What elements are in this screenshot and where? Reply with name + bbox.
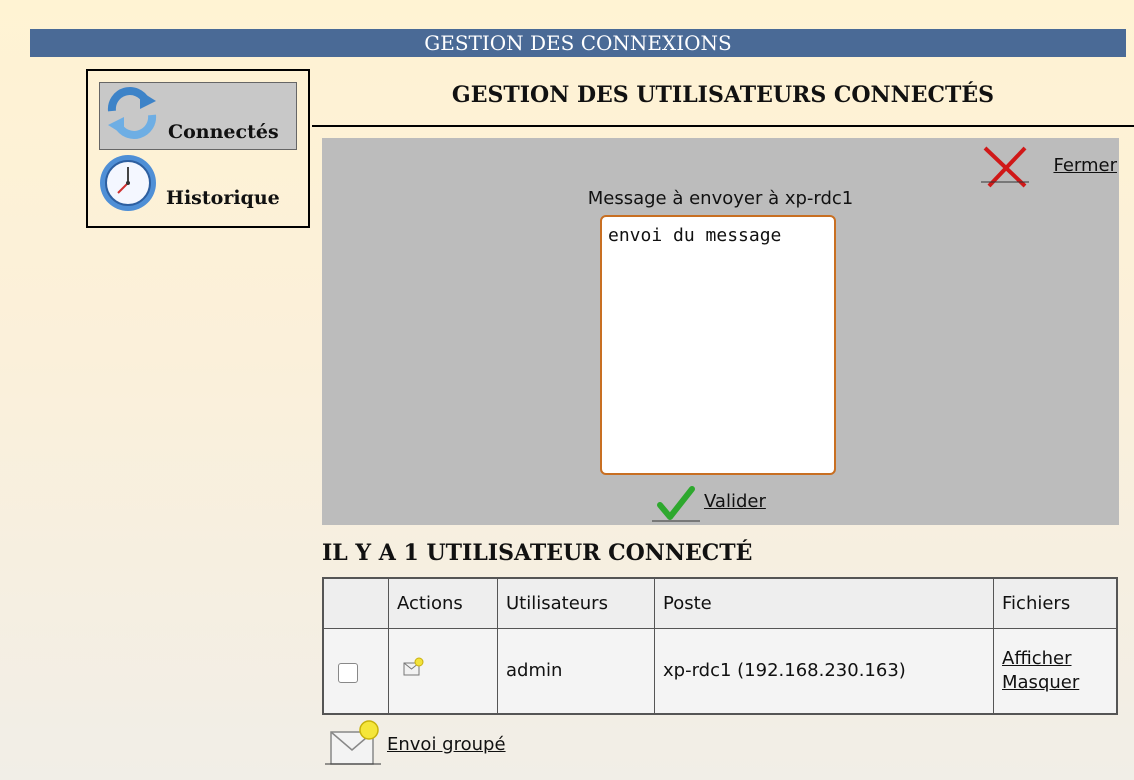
clock-icon (98, 153, 160, 219)
row-poste: xp-rdc1 (192.168.230.163) (654, 627, 994, 715)
menu-item-label: Historique (166, 187, 280, 209)
row-select-cell (322, 627, 389, 715)
message-textarea[interactable]: envoi du message (600, 215, 836, 475)
row-checkbox[interactable] (338, 662, 358, 683)
close-icon (981, 144, 1029, 192)
column-header-poste: Poste (654, 577, 994, 629)
section-title: GESTION DES UTILISATEURS CONNECTÉS (451, 82, 995, 108)
message-prompt: Message à envoyer à xp-rdc1 (587, 188, 854, 209)
menu-item-historique[interactable]: Historique (96, 153, 306, 221)
group-send-button[interactable]: Envoi groupé (325, 718, 555, 770)
group-send-label: Envoi groupé (387, 734, 506, 755)
checkmark-icon (652, 485, 700, 529)
close-label: Fermer (1053, 155, 1117, 176)
divider (312, 125, 1134, 127)
row-files-cell: Afficher Masquer (993, 627, 1118, 715)
row-actions-cell (388, 627, 498, 715)
menu-item-label: Connectés (168, 121, 279, 143)
table-row: admin xp-rdc1 (192.168.230.163) Afficher… (322, 627, 1118, 715)
column-header-actions: Actions (388, 577, 498, 629)
side-menu: Connectés Historique (86, 69, 310, 228)
show-files-link[interactable]: Afficher (1002, 647, 1108, 671)
page-header: GESTION DES CONNEXIONS (30, 29, 1126, 57)
close-button[interactable]: Fermer (981, 144, 1117, 188)
column-header-users: Utilisateurs (497, 577, 655, 629)
column-header-select (322, 577, 389, 629)
group-mail-icon (325, 718, 381, 774)
row-user: admin (497, 627, 655, 715)
column-header-files: Fichiers (993, 577, 1118, 629)
validate-button[interactable]: Valider (652, 483, 792, 523)
table-header-row: Actions Utilisateurs Poste Fichiers (322, 577, 1118, 629)
send-message-icon[interactable] (401, 656, 425, 685)
hide-files-link[interactable]: Masquer (1002, 671, 1108, 695)
validate-label: Valider (704, 491, 766, 512)
users-count-title: IL Y A 1 UTILISATEUR CONNECTÉ (322, 540, 753, 566)
menu-item-connectes[interactable]: Connectés (99, 82, 297, 150)
message-panel: Fermer Message à envoyer à xp-rdc1 envoi… (322, 138, 1119, 525)
users-table: Actions Utilisateurs Poste Fichiers admi… (322, 577, 1118, 715)
refresh-icon (104, 85, 160, 145)
